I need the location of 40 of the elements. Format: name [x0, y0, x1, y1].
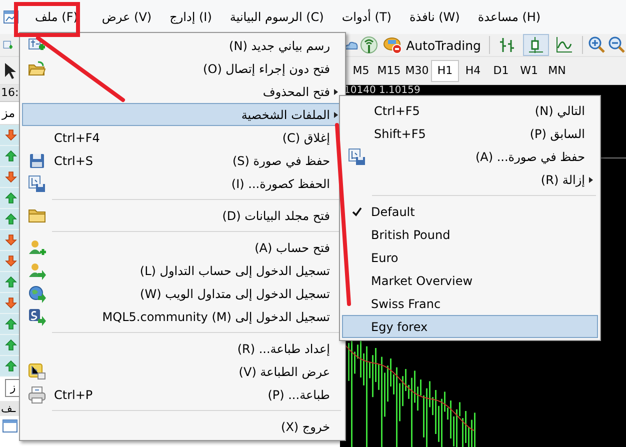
menu-item[interactable]: Euro [342, 246, 598, 269]
menu-item[interactable]: تسجيل الدخول إلى حساب التداول (L) [22, 259, 343, 282]
menu-item[interactable]: رسم بياني جديد (N) [22, 34, 343, 57]
timeframe-button[interactable]: H1 [431, 60, 459, 82]
menu-item[interactable]: Default [342, 200, 598, 223]
timeframe-button[interactable]: M30 [403, 60, 431, 82]
menu-item[interactable]: تسجيل الدخول إلى MQL5.community (M) [22, 305, 343, 328]
menu-item[interactable]: عرض الطباعة (V) [22, 360, 343, 383]
autotrading-button[interactable]: AutoTrading [380, 35, 484, 55]
shortcut-text: Ctrl+P [53, 388, 94, 402]
menu-item[interactable]: Egy forex [342, 315, 598, 338]
menu-item[interactable]: إعداد طباعة... (R) [22, 337, 343, 360]
menu-item[interactable]: فتح دون إجراء إتصال (O) [22, 57, 343, 80]
menu-title[interactable]: نافذة (W) [400, 7, 469, 27]
timeframe-button[interactable]: M5 [347, 60, 375, 82]
menu-item[interactable]: فتح مجلد البيانات (D) [22, 204, 343, 227]
timeframe-button[interactable]: M15 [375, 60, 403, 82]
menu-item[interactable]: تسجيل الدخول إلى متداول الويب (W) [22, 282, 343, 305]
shortcut-text: Ctrl+F5 [373, 104, 421, 118]
menu-title[interactable]: إدارج (I) [160, 7, 221, 27]
menu-item[interactable]: British Pound [342, 223, 598, 246]
menu-item[interactable]: خروج (X) [22, 415, 343, 438]
timeframe-button[interactable]: H4 [459, 60, 487, 82]
menu-item[interactable]: الحفظ كصورة... (I) [22, 172, 343, 195]
menu-item[interactable]: حفظ في صورة... (A) [342, 145, 598, 168]
shortcut-text: Ctrl+F4 [53, 130, 101, 144]
timeframe-button[interactable]: D1 [487, 60, 515, 82]
menu-title[interactable]: عرض (V) [92, 7, 161, 27]
menu-item[interactable]: Swiss Franc [342, 292, 598, 315]
menu-title[interactable]: أدوات (T) [332, 7, 400, 27]
menu-title[interactable]: الرسوم البيانية (C) [220, 7, 333, 27]
timeframe-button[interactable]: MN [543, 60, 571, 82]
price-text: 10140 1.10159 [344, 85, 420, 96]
shortcut-text: Shift+F5 [373, 126, 427, 140]
menu-item[interactable]: فتح حساب (A) [22, 236, 343, 259]
menu-item[interactable]: Market Overview [342, 269, 598, 292]
shortcut-text: Ctrl+S [53, 154, 94, 168]
timeframe-button[interactable]: W1 [515, 60, 543, 82]
menu-item[interactable]: إزالة (R) [342, 168, 598, 191]
menu-title[interactable]: مساعدة (H) [468, 7, 550, 27]
